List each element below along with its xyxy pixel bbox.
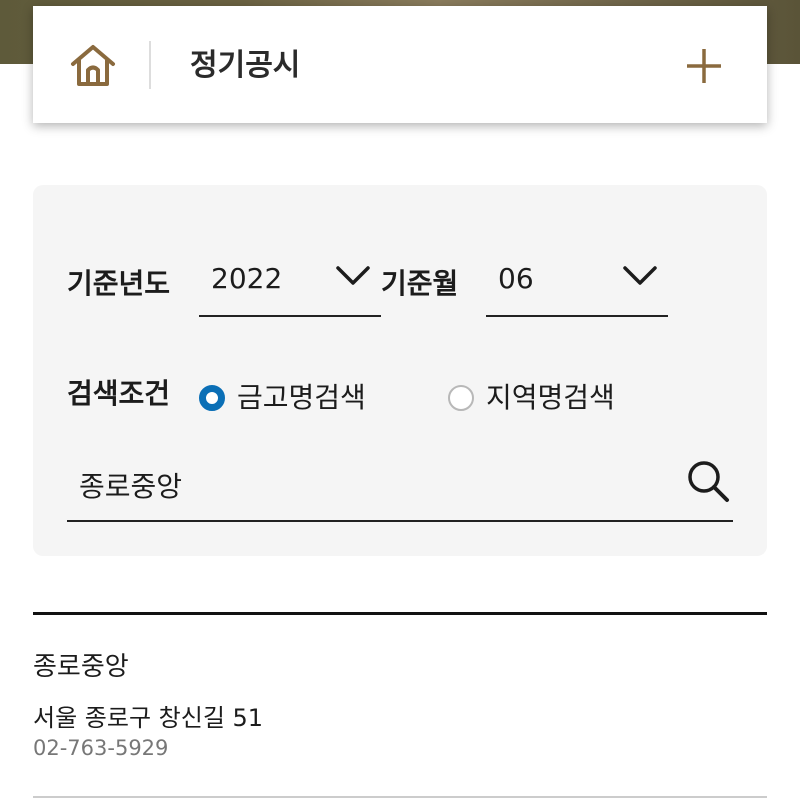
year-label: 기준년도 bbox=[67, 267, 171, 300]
plus-icon bbox=[687, 49, 721, 83]
chevron-down-icon bbox=[623, 266, 657, 285]
home-button[interactable] bbox=[66, 42, 120, 90]
page-title: 정기공시 bbox=[190, 48, 301, 83]
header-divider bbox=[149, 41, 151, 89]
result-address: 서울 종로구 창신길 51 bbox=[33, 704, 264, 732]
search-button[interactable] bbox=[683, 456, 733, 506]
month-select-value: 06 bbox=[498, 262, 534, 295]
radio-label: 지역명검색 bbox=[486, 381, 615, 414]
expand-menu-button[interactable] bbox=[680, 42, 728, 90]
search-icon bbox=[688, 461, 729, 502]
result-name: 종로중앙 bbox=[33, 652, 129, 682]
radio-checked-indicator bbox=[199, 385, 225, 411]
radio-bank-name-search[interactable]: 금고명검색 bbox=[199, 378, 366, 418]
home-icon bbox=[71, 45, 115, 86]
page-header bbox=[33, 6, 767, 123]
search-bar bbox=[67, 450, 733, 522]
radio-label: 금고명검색 bbox=[237, 381, 366, 414]
search-input[interactable] bbox=[67, 458, 667, 512]
month-select[interactable]: 06 bbox=[486, 255, 668, 317]
search-condition-label: 검색조건 bbox=[67, 377, 171, 410]
result-phone: 02-763-5929 bbox=[33, 736, 169, 760]
year-select-value: 2022 bbox=[211, 262, 283, 295]
radio-region-name-search[interactable]: 지역명검색 bbox=[448, 378, 615, 418]
year-select[interactable]: 2022 bbox=[199, 255, 381, 317]
list-item-divider bbox=[33, 796, 767, 798]
chevron-down-icon bbox=[336, 266, 370, 285]
month-label: 기준월 bbox=[381, 267, 459, 300]
radio-unchecked-indicator bbox=[448, 385, 474, 411]
list-item[interactable]: 종로중앙 서울 종로구 창신길 51 02-763-5929 bbox=[33, 615, 767, 799]
